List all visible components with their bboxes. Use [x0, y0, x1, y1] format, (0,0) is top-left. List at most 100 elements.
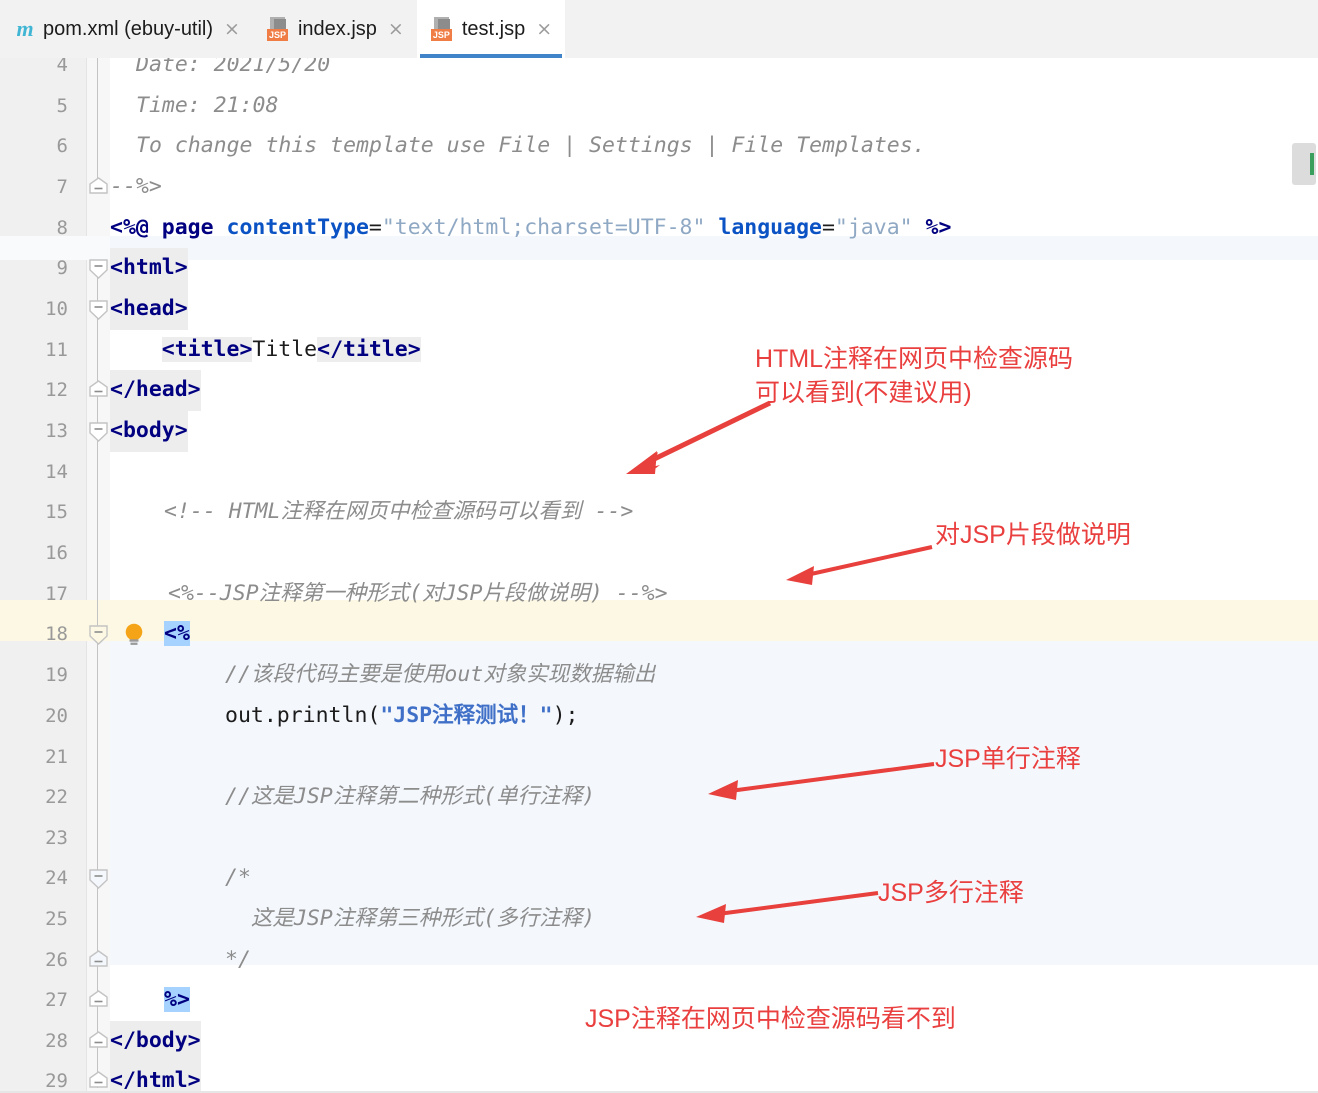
code-line[interactable]: 8 <%@ page contentType="text/html;charse…: [0, 208, 1318, 249]
code-line[interactable]: 25 这是JSP注释第三种形式(多行注释): [0, 899, 1318, 940]
code-line[interactable]: 9 <html>: [0, 248, 1318, 289]
code-line[interactable]: 19 //该段代码主要是使用out对象实现数据输出: [0, 655, 1318, 696]
fold-marker-collapse-icon[interactable]: [88, 1031, 109, 1052]
tab-test-jsp[interactable]: JSP test.jsp ×: [416, 0, 566, 58]
line-text: <body>: [110, 411, 188, 452]
line-number: 22: [45, 786, 68, 808]
fold-marker-collapse-icon[interactable]: [88, 380, 109, 401]
annotation-arrow-jsp-fragment: [786, 545, 933, 585]
code-line[interactable]: 29 </html>: [0, 1061, 1318, 1093]
attr-contenttype: contentType: [226, 215, 369, 240]
fold-marker-collapse-icon[interactable]: [88, 990, 109, 1011]
vcs-change-marker: [1310, 153, 1314, 175]
fold-marker-expand-icon[interactable]: [88, 625, 109, 646]
statement-end: );: [552, 703, 579, 728]
close-icon[interactable]: ×: [536, 19, 552, 39]
line-number: 4: [56, 58, 68, 76]
title-text: Title: [252, 337, 318, 362]
line-text: Time: 21:08: [136, 93, 279, 118]
annotation-jsp-fragment: 对JSP片段做说明: [935, 521, 1131, 549]
annotation-arrow-jsp-multi-line: [696, 891, 879, 923]
editor-tab-bar: m pom.xml (ebuy-util) × JSP index.jsp × …: [0, 0, 1318, 59]
code-line[interactable]: 7 --%>: [0, 167, 1318, 208]
fold-marker-collapse-icon[interactable]: [88, 177, 109, 198]
annotation-arrow-html-comment: [626, 400, 772, 474]
html-comment-text: <!-- HTML注释在网页中检查源码可以看到 -->: [164, 499, 634, 524]
line-text: <html>: [110, 248, 188, 289]
jsp-comment-text: <%--JSP注释第一种形式(对JSP片段做说明) --%>: [168, 581, 668, 606]
jsp-file-icon: JSP: [266, 17, 291, 41]
tab-label: index.jsp: [297, 17, 377, 40]
line-number: 29: [45, 1070, 68, 1092]
line-text: /*: [225, 865, 251, 890]
jsp-badge: JSP: [430, 29, 452, 41]
fold-marker-expand-icon[interactable]: [88, 300, 109, 321]
line-text: //该段代码主要是使用out对象实现数据输出: [225, 662, 656, 687]
code-line-active[interactable]: 18 <%: [0, 614, 1318, 655]
code-line[interactable]: 22 //这是JSP注释第二种形式(单行注释): [0, 777, 1318, 818]
out-println-call: out.println(: [225, 703, 381, 728]
line-number: 6: [56, 135, 68, 157]
line-number: 20: [45, 705, 68, 727]
jsp-directive-open: <%@ page: [110, 215, 227, 240]
code-line[interactable]: 6 To change this template use File | Set…: [0, 126, 1318, 167]
title-close-tag: </title>: [317, 337, 421, 362]
line-number: 13: [45, 420, 68, 442]
attr-language: language: [718, 215, 822, 240]
line-number: 5: [56, 95, 68, 117]
tab-label: test.jsp: [461, 17, 526, 40]
code-line[interactable]: 17 <%--JSP注释第一种形式(对JSP片段做说明) --%>: [0, 574, 1318, 615]
line-number: 10: [45, 298, 68, 320]
code-line[interactable]: 23: [0, 818, 1318, 859]
line-text: </html>: [110, 1061, 201, 1093]
code-line[interactable]: 4 Date: 2021/5/20: [0, 58, 1318, 86]
jsp-directive-close: %>: [912, 215, 952, 240]
close-icon[interactable]: ×: [388, 19, 404, 39]
line-text: To change this template use File | Setti…: [136, 133, 926, 158]
attr-contenttype-value: "text/html;charset=UTF-8": [381, 215, 706, 240]
fold-marker-expand-icon[interactable]: [88, 422, 109, 443]
close-icon[interactable]: ×: [224, 19, 240, 39]
code-editor[interactable]: 4 Date: 2021/5/20 5 Time: 21:08 6 To cha…: [0, 58, 1318, 1093]
fold-marker-expand-icon[interactable]: [88, 869, 109, 890]
line-number: 15: [45, 501, 68, 523]
scriptlet-open-selected: <%: [164, 621, 190, 646]
line-number: 17: [45, 583, 68, 605]
line-number: 18: [45, 623, 68, 645]
scrollbar-marker[interactable]: [1292, 143, 1316, 185]
line-text: */: [225, 947, 251, 972]
line-number: 21: [45, 746, 68, 768]
line-text: out.println("JSP注释测试！");: [225, 696, 578, 737]
line-text: </body>: [110, 1021, 201, 1062]
line-number: 26: [45, 949, 68, 971]
maven-icon: m: [16, 16, 34, 41]
annotation-jsp-invisible: JSP注释在网页中检查源码看不到: [585, 1005, 956, 1033]
line-number: 8: [56, 217, 68, 239]
line-text: <title>Title</title>: [110, 330, 421, 371]
line-number: 9: [56, 257, 68, 279]
fold-marker-collapse-icon[interactable]: [88, 950, 109, 971]
attr-language-value: "java": [834, 215, 913, 240]
tab-pom-xml[interactable]: m pom.xml (ebuy-util) ×: [0, 0, 253, 58]
line-number: 12: [45, 379, 68, 401]
code-line[interactable]: 26 */: [0, 940, 1318, 981]
fold-marker-collapse-icon[interactable]: [88, 1071, 109, 1092]
code-line[interactable]: 21: [0, 737, 1318, 778]
title-open-tag: <title>: [161, 337, 253, 362]
code-line[interactable]: 24 /*: [0, 858, 1318, 899]
line-text: --%>: [110, 174, 162, 199]
code-line[interactable]: 10 <head>: [0, 289, 1318, 330]
line-number: 25: [45, 908, 68, 930]
fold-marker-expand-icon[interactable]: [88, 259, 109, 280]
line-text: Date: 2021/5/20: [136, 58, 331, 77]
intention-bulb-icon[interactable]: [122, 622, 146, 648]
tab-label: pom.xml (ebuy-util): [43, 17, 214, 40]
code-line[interactable]: 5 Time: 21:08: [0, 86, 1318, 127]
line-text: %>: [164, 980, 190, 1021]
line-number: 14: [45, 461, 68, 483]
tab-index-jsp[interactable]: JSP index.jsp ×: [252, 0, 417, 58]
code-line[interactable]: 20 out.println("JSP注释测试！");: [0, 696, 1318, 737]
line-number: 16: [45, 542, 68, 564]
line-text: <head>: [110, 289, 188, 330]
